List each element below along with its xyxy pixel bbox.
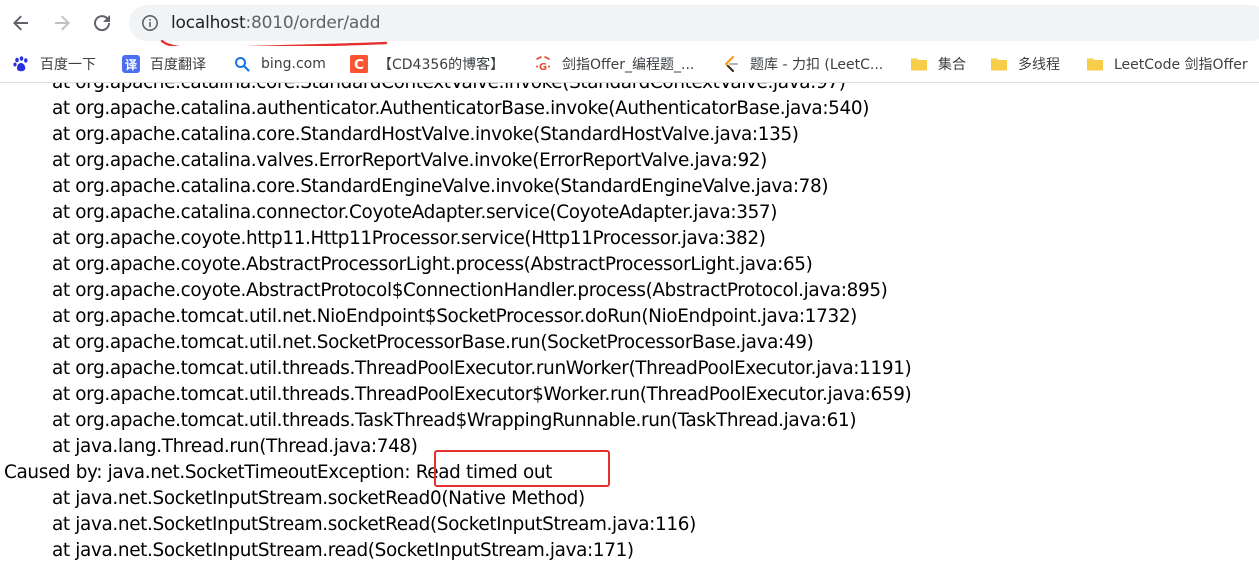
- stack-trace-line: at org.apache.coyote.AbstractProtocol$Co…: [52, 280, 888, 301]
- bookmark-label: 多线程: [1018, 57, 1060, 73]
- stack-trace-line: at org.apache.coyote.AbstractProcessorLi…: [52, 254, 813, 275]
- baidu-translate-icon: 译: [122, 55, 140, 73]
- arrow-left-icon: [13, 15, 28, 31]
- stack-trace-line: at java.lang.Thread.run(Thread.java:748): [52, 436, 418, 457]
- nowcoder-icon: ·G·: [534, 55, 552, 73]
- baidu-paw-icon: [12, 55, 30, 73]
- stack-trace-line: at java.net.SocketInputStream.socketRead…: [52, 514, 696, 535]
- folder-icon: [910, 55, 928, 73]
- bookmark-label: 【CD4356的博客】: [378, 57, 505, 73]
- arrow-right-icon: [55, 15, 70, 31]
- reload-icon: [94, 15, 111, 32]
- stack-trace-line: at java.net.SocketInputStream.read(Socke…: [52, 540, 634, 561]
- stack-trace-page: at org.apache.catalina.core.StandardCont…: [0, 83, 1259, 564]
- stack-trace-line: at org.apache.tomcat.util.threads.Thread…: [52, 384, 912, 405]
- reload-button[interactable]: [87, 8, 117, 38]
- stack-trace-line: at org.apache.catalina.valves.ErrorRepor…: [52, 150, 767, 171]
- exception-message: Read timed out: [415, 462, 553, 483]
- bookmark-label: 百度翻译: [150, 57, 206, 73]
- csdn-c-icon: C: [350, 55, 368, 73]
- stack-trace-line: at org.apache.tomcat.util.net.SocketProc…: [52, 332, 814, 353]
- bookmark-baidu-translate[interactable]: 译 百度翻译: [122, 53, 206, 75]
- bookmarks-bar: 百度一下 译 百度翻译 bing.com C 【CD4356的博客】 ·G· 剑…: [0, 46, 1259, 83]
- svg-text:C: C: [354, 57, 364, 73]
- stack-trace-line: at org.apache.coyote.http11.Http11Proces…: [52, 228, 766, 249]
- bookmark-folder-multithreading[interactable]: 多线程: [990, 53, 1060, 75]
- stack-trace-line: at org.apache.catalina.core.StandardHost…: [52, 124, 799, 145]
- bookmark-csdn-blog[interactable]: C 【CD4356的博客】: [350, 53, 504, 75]
- stack-trace-line: at org.apache.catalina.connector.CoyoteA…: [52, 202, 778, 223]
- bookmark-label: 剑指Offer_编程题_...: [562, 57, 695, 73]
- bookmark-folder-leetcode-offer[interactable]: LeetCode 剑指Offer: [1086, 53, 1248, 75]
- stack-trace-line: at org.apache.catalina.core.StandardEngi…: [52, 176, 829, 197]
- caused-by-line: Caused by: java.net.SocketTimeoutExcepti…: [4, 460, 552, 486]
- search-icon: [233, 55, 251, 73]
- address-bar[interactable]: localhost:8010/order/add: [129, 5, 1259, 41]
- browser-toolbar: localhost:8010/order/add: [0, 0, 1259, 50]
- bookmark-label: 集合: [938, 57, 966, 73]
- bookmark-leetcode[interactable]: 题库 - 力扣 (LeetC...: [722, 53, 883, 75]
- svg-text:译: 译: [125, 58, 138, 72]
- exception-type: Caused by: java.net.SocketTimeoutExcepti…: [4, 462, 411, 483]
- stack-trace-line: at org.apache.catalina.core.StandardCont…: [52, 83, 846, 96]
- back-button[interactable]: [6, 8, 36, 38]
- folder-icon: [1086, 55, 1104, 73]
- stack-trace-line: at org.apache.tomcat.util.net.NioEndpoin…: [52, 306, 857, 327]
- bookmark-label: 题库 - 力扣 (LeetC...: [750, 57, 884, 73]
- stack-trace-line: at org.apache.tomcat.util.threads.TaskTh…: [52, 410, 857, 431]
- folder-icon: [990, 55, 1008, 73]
- bookmark-nowcoder[interactable]: ·G· 剑指Offer_编程题_...: [534, 53, 694, 75]
- url-host: localhost: [171, 13, 246, 33]
- stack-trace-line: at org.apache.tomcat.util.threads.Thread…: [52, 358, 912, 379]
- bookmark-folder-collections[interactable]: 集合: [910, 53, 966, 75]
- stack-trace-line: at org.apache.catalina.authenticator.Aut…: [52, 98, 870, 119]
- url-path: :8010/order/add: [245, 13, 381, 33]
- bookmark-bing[interactable]: bing.com: [233, 53, 326, 75]
- bookmark-label: bing.com: [261, 56, 326, 72]
- bookmark-baidu[interactable]: 百度一下: [12, 53, 96, 75]
- bookmark-label: 百度一下: [40, 57, 96, 73]
- url-text[interactable]: localhost:8010/order/add: [171, 12, 380, 34]
- leetcode-icon: [722, 55, 740, 73]
- info-icon[interactable]: [141, 14, 159, 32]
- forward-button[interactable]: [47, 8, 77, 38]
- svg-text:·G·: ·G·: [535, 62, 551, 73]
- stack-trace-line: at java.net.SocketInputStream.socketRead…: [52, 488, 585, 509]
- bookmark-label: LeetCode 剑指Offer: [1114, 57, 1248, 73]
